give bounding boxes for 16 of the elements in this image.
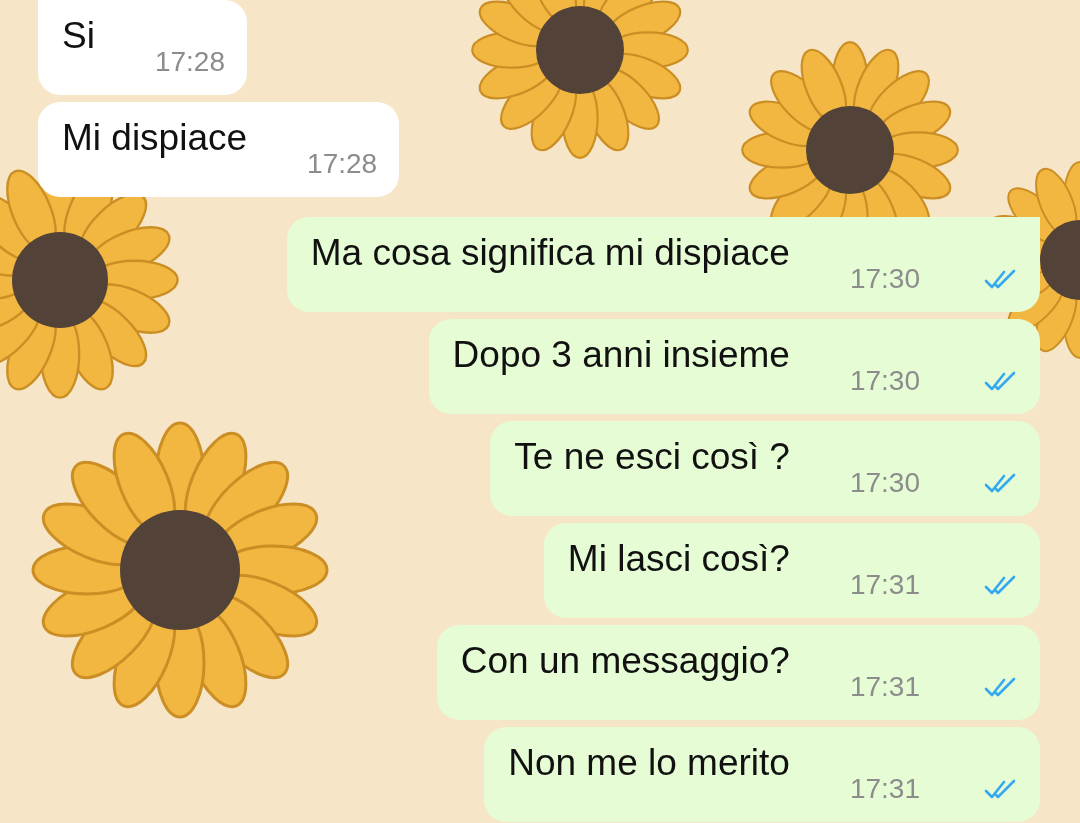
message-text: Non me lo merito <box>508 741 790 785</box>
message-time: 17:31 <box>849 773 920 805</box>
message-text: Mi lasci così? <box>567 537 790 581</box>
message-text: Con un messaggio? <box>460 639 790 683</box>
message-text: Te ne esci così ? <box>514 435 790 479</box>
message-time: 17:30 <box>849 467 920 499</box>
message-time: 17:28 <box>154 46 225 78</box>
message-time: 17:31 <box>849 671 920 703</box>
message-time: 17:28 <box>307 148 378 180</box>
message-time: 17:31 <box>849 569 920 601</box>
message-time: 17:30 <box>849 365 920 397</box>
message-text: Ma cosa significa mi dispiace <box>310 231 790 275</box>
message-text: Dopo 3 anni insieme <box>452 333 790 377</box>
message-text: Si <box>62 14 95 58</box>
message-text: Mi dispiace <box>62 116 248 160</box>
message-time: 17:30 <box>849 263 920 295</box>
